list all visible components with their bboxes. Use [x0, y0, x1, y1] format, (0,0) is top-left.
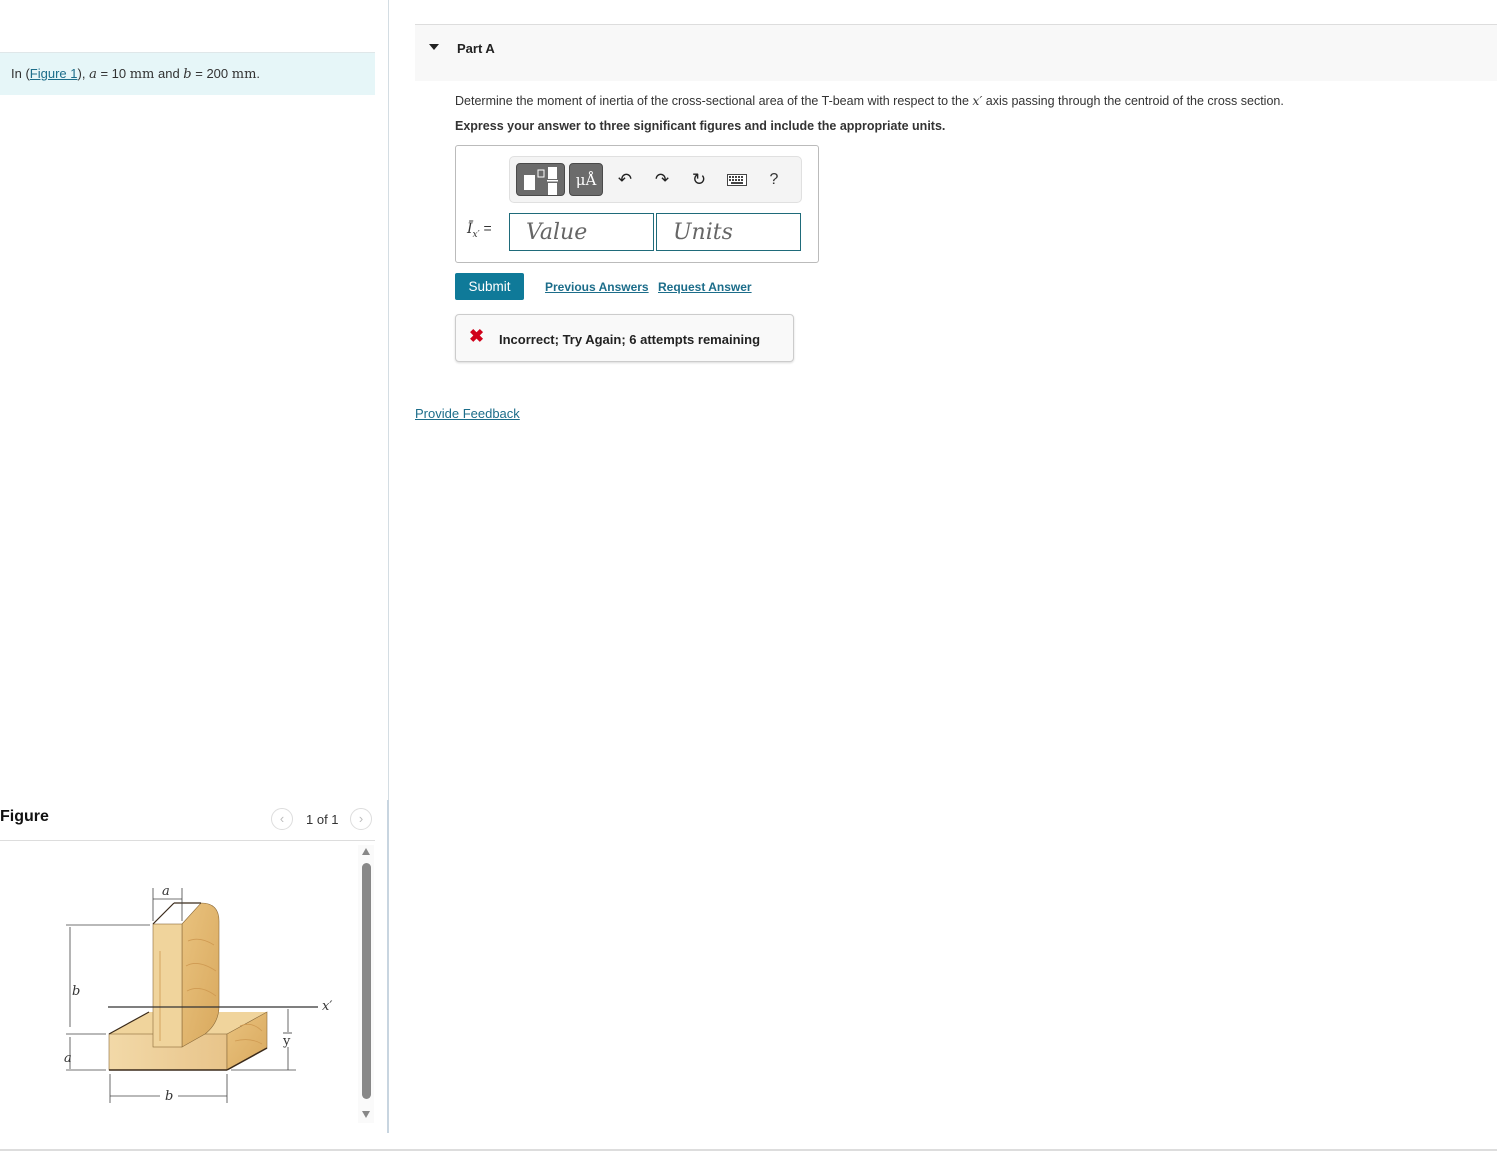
keyboard-glyph — [727, 174, 747, 186]
templates-icon — [524, 167, 558, 195]
unit-b: mm — [231, 67, 257, 82]
chevron-right-icon: › — [358, 811, 364, 826]
web-side-face — [181, 902, 220, 1048]
figure-image: a b a b x′ y — [0, 841, 358, 1126]
scroll-up-arrow-icon[interactable] — [362, 848, 370, 855]
part-title: Part A — [457, 41, 495, 56]
dim-label-b-bottom: b — [165, 1089, 173, 1104]
question-pre: Determine the moment of inertia of the c… — [455, 94, 973, 108]
units-button[interactable]: μÅ — [569, 163, 603, 196]
var-b: b — [183, 67, 192, 82]
and-text: and — [154, 66, 184, 81]
t-beam-diagram: a b a b x′ y — [64, 884, 332, 1104]
scroll-down-arrow-icon[interactable] — [362, 1111, 370, 1118]
feedback-message: ✖ Incorrect; Try Again; 6 attempts remai… — [455, 314, 794, 362]
incorrect-x-icon: ✖ — [469, 326, 485, 346]
dim-label-a-top: a — [162, 884, 170, 899]
templates-button[interactable] — [516, 163, 565, 196]
panel-divider-accent — [387, 800, 389, 1133]
provide-feedback-link[interactable]: Provide Feedback — [415, 406, 520, 421]
equals-sign: = — [479, 220, 492, 236]
feedback-text: Incorrect; Try Again; 6 attempts remaini… — [499, 332, 761, 347]
intro-suffix: ), — [77, 66, 90, 81]
next-figure-button[interactable]: › — [350, 808, 372, 830]
eq-b: = 200 — [191, 66, 232, 81]
prev-figure-button[interactable]: ‹ — [271, 808, 293, 830]
figure-header: Figure ‹ 1 of 1 › — [0, 800, 375, 841]
instruction-text: Express your answer to three significant… — [455, 119, 946, 133]
scrollbar-thumb[interactable] — [362, 863, 371, 1099]
intro-end: . — [256, 66, 261, 81]
part-a-header[interactable]: Part A — [415, 24, 1497, 81]
request-answer-link[interactable]: Request Answer — [658, 280, 752, 294]
eq-a: = 10 — [96, 66, 130, 81]
previous-answers-link[interactable]: Previous Answers — [545, 280, 649, 294]
var-subscript: x′ — [472, 229, 480, 240]
intro-prefix: In ( — [11, 66, 30, 81]
math-toolbar: μÅ ↶ ↷ ↻ ? — [509, 156, 802, 203]
caret-down-icon[interactable] — [429, 44, 439, 50]
dim-label-b-left: b — [72, 984, 80, 999]
web-front-face — [152, 923, 183, 1048]
unit-a: mm — [129, 67, 155, 82]
value-input[interactable] — [509, 213, 654, 251]
chevron-left-icon: ‹ — [279, 811, 285, 826]
question-var: x′ — [972, 93, 983, 108]
answer-variable-label: Īx′ = — [467, 220, 492, 240]
answer-box: μÅ ↶ ↷ ↻ ? Īx′ = — [455, 145, 819, 263]
question-post: axis passing through the centroid of the… — [982, 94, 1284, 108]
dim-label-y-bar: y — [282, 1034, 291, 1049]
units-input[interactable] — [656, 213, 801, 251]
help-button[interactable]: ? — [763, 169, 785, 191]
undo-icon[interactable]: ↶ — [614, 169, 636, 191]
var-a: a — [89, 67, 97, 82]
keyboard-icon[interactable] — [726, 169, 748, 191]
dim-label-a-left: a — [64, 1051, 72, 1066]
figure-link[interactable]: Figure 1 — [30, 66, 78, 81]
submit-button[interactable]: Submit — [455, 273, 524, 300]
reset-icon[interactable]: ↻ — [688, 169, 710, 191]
question-text: Determine the moment of inertia of the c… — [455, 93, 1284, 108]
web-top-edge — [152, 902, 175, 925]
figure-pager-text: 1 of 1 — [306, 812, 339, 827]
figure-title: Figure — [0, 808, 49, 825]
problem-intro: In (Figure 1), a = 10 mm and b = 200 mm. — [0, 52, 375, 95]
redo-icon[interactable]: ↷ — [651, 169, 673, 191]
axis-label-x-prime: x′ — [322, 999, 332, 1014]
